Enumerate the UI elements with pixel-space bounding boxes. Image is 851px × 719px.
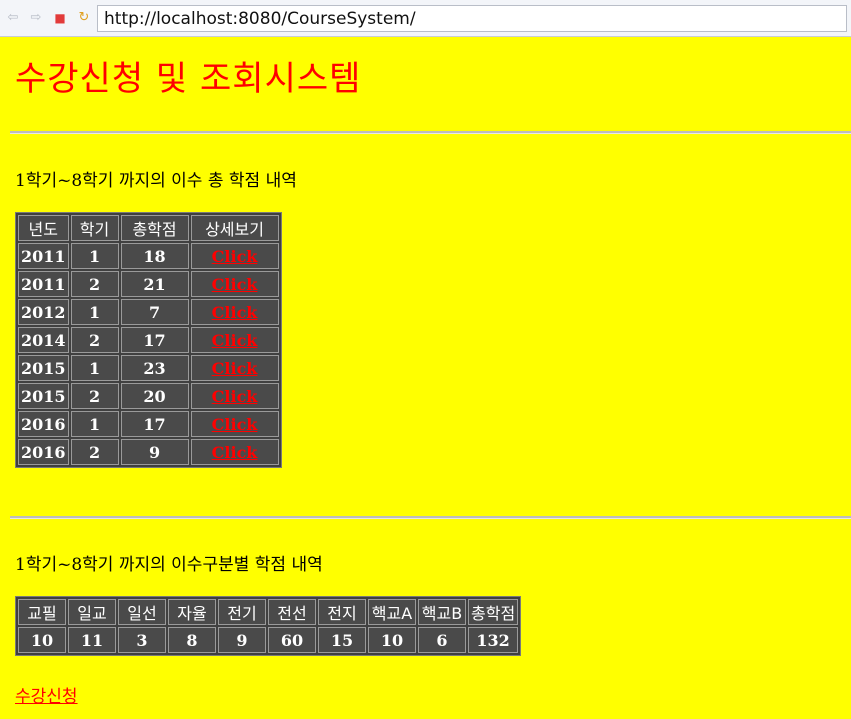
page-content: 수강신청 및 조회시스템 1학기~8학기 까지의 이수 총 학점 내역 년도 학… [0, 37, 851, 719]
table-row: 2014 2 17 Click [18, 327, 279, 353]
cell-term: 2 [70, 271, 119, 297]
table-header-row: 년도 학기 총학점 상세보기 [18, 215, 279, 241]
details-link[interactable]: Click [212, 331, 258, 350]
divider [10, 516, 851, 519]
table-row: 2016 1 17 Click [18, 411, 279, 437]
cell-term: 2 [70, 327, 119, 353]
cell-details: Click [190, 271, 279, 297]
header-category: 전지 [318, 599, 366, 625]
cell-term: 1 [70, 411, 119, 437]
cell-total-credits: 132 [468, 627, 519, 653]
table-row: 2012 1 7 Click [18, 299, 279, 325]
header-year: 년도 [18, 215, 69, 241]
url-input[interactable] [98, 6, 846, 31]
course-registration-link[interactable]: 수강신청 [15, 682, 78, 707]
table-row: 2016 2 9 Click [18, 439, 279, 465]
cell-credits: 10 [368, 627, 416, 653]
header-total-credits: 총학점 [120, 215, 189, 241]
details-link[interactable]: Click [212, 387, 258, 406]
reload-icon[interactable]: ↻ [76, 10, 92, 26]
cell-details: Click [190, 243, 279, 269]
details-link[interactable]: Click [212, 247, 258, 266]
cell-details: Click [190, 383, 279, 409]
cell-term: 1 [70, 243, 119, 269]
header-category: 핵교A [368, 599, 416, 625]
cell-details: Click [190, 411, 279, 437]
cell-year: 2015 [18, 355, 69, 381]
details-link[interactable]: Click [212, 303, 258, 322]
cell-year: 2012 [18, 299, 69, 325]
cell-credits: 60 [268, 627, 316, 653]
header-category: 일선 [118, 599, 166, 625]
stop-icon[interactable]: ■ [52, 10, 68, 26]
cell-credits: 6 [418, 627, 466, 653]
cell-credits: 11 [68, 627, 116, 653]
cell-details: Click [190, 327, 279, 353]
header-category: 일교 [68, 599, 116, 625]
cell-credits: 23 [120, 355, 189, 381]
cell-year: 2011 [18, 243, 69, 269]
cell-term: 1 [70, 299, 119, 325]
cell-credits: 21 [120, 271, 189, 297]
cell-details: Click [190, 355, 279, 381]
cell-term: 2 [70, 439, 119, 465]
table-row: 2011 1 18 Click [18, 243, 279, 269]
table-row: 10 11 3 8 9 60 15 10 6 132 [18, 627, 519, 653]
details-link[interactable]: Click [212, 443, 258, 462]
cell-credits: 3 [118, 627, 166, 653]
divider [10, 131, 851, 134]
section-title-categories: 1학기~8학기 까지의 이수구분별 학점 내역 [15, 555, 323, 575]
table-row: 2011 2 21 Click [18, 271, 279, 297]
details-link[interactable]: Click [212, 275, 258, 294]
details-link[interactable]: Click [212, 415, 258, 434]
address-bar [97, 5, 847, 32]
cell-credits: 7 [120, 299, 189, 325]
header-category: 전기 [218, 599, 266, 625]
cell-credits: 9 [218, 627, 266, 653]
cell-credits: 17 [120, 327, 189, 353]
cell-credits: 8 [168, 627, 216, 653]
header-total-credits: 총학점 [468, 599, 519, 625]
cell-credits: 15 [318, 627, 366, 653]
page-title: 수강신청 및 조회시스템 [15, 59, 362, 99]
header-term: 학기 [70, 215, 119, 241]
cell-credits: 17 [120, 411, 189, 437]
details-link[interactable]: Click [212, 359, 258, 378]
cell-year: 2016 [18, 439, 69, 465]
table-row: 2015 1 23 Click [18, 355, 279, 381]
back-arrow-icon[interactable]: ⇦ [5, 10, 21, 26]
cell-credits: 18 [120, 243, 189, 269]
section-title-totals: 1학기~8학기 까지의 이수 총 학점 내역 [15, 171, 297, 191]
browser-toolbar: ⇦ ⇨ ■ ↻ [0, 0, 851, 37]
header-category: 핵교B [418, 599, 466, 625]
cell-year: 2011 [18, 271, 69, 297]
cell-details: Click [190, 439, 279, 465]
header-category: 전선 [268, 599, 316, 625]
header-category: 교필 [18, 599, 66, 625]
cell-term: 2 [70, 383, 119, 409]
cell-year: 2015 [18, 383, 69, 409]
cell-year: 2014 [18, 327, 69, 353]
totals-table: 년도 학기 총학점 상세보기 2011 1 18 Click 2011 2 21… [15, 212, 282, 468]
table-row: 2015 2 20 Click [18, 383, 279, 409]
category-table: 교필 일교 일선 자율 전기 전선 전지 핵교A 핵교B 총학점 10 11 3… [15, 596, 522, 656]
cell-credits: 20 [120, 383, 189, 409]
cell-credits: 9 [120, 439, 189, 465]
header-details: 상세보기 [190, 215, 279, 241]
forward-arrow-icon[interactable]: ⇨ [28, 10, 44, 26]
cell-details: Click [190, 299, 279, 325]
cell-credits: 10 [18, 627, 66, 653]
cell-term: 1 [70, 355, 119, 381]
cell-year: 2016 [18, 411, 69, 437]
table-header-row: 교필 일교 일선 자율 전기 전선 전지 핵교A 핵교B 총학점 [18, 599, 519, 625]
header-category: 자율 [168, 599, 216, 625]
